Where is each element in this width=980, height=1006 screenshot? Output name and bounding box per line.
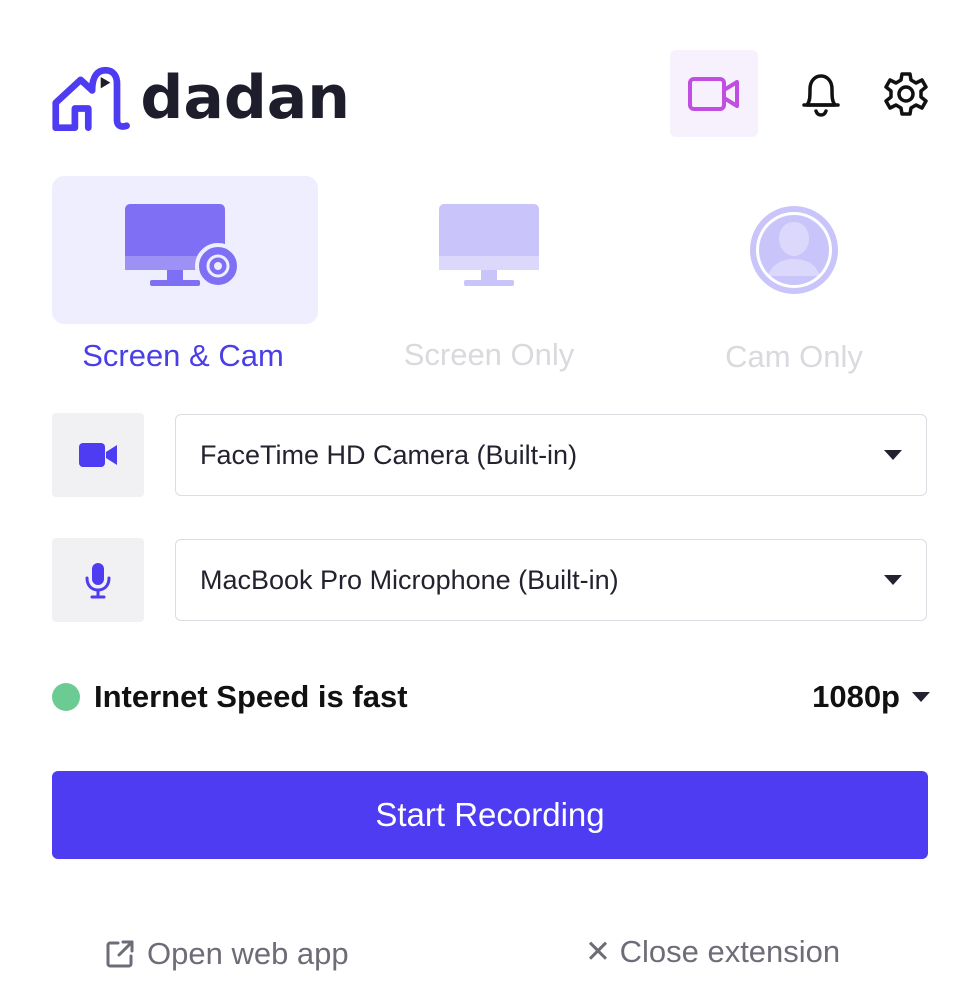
microphone-select[interactable]: MacBook Pro Microphone (Built-in) bbox=[175, 539, 927, 621]
mode-screen-only[interactable] bbox=[356, 176, 622, 324]
internet-speed-status: Internet Speed is fast bbox=[94, 679, 408, 714]
chevron-down-icon bbox=[884, 575, 902, 585]
open-web-app-label: Open web app bbox=[147, 936, 349, 971]
chevron-down-icon bbox=[884, 450, 902, 460]
mode-label-cam-only[interactable]: Cam Only bbox=[644, 339, 944, 375]
mode-label-screen-only[interactable]: Screen Only bbox=[339, 337, 639, 373]
dadan-logo-icon bbox=[52, 66, 130, 132]
mode-card-cam-only bbox=[661, 176, 927, 324]
gear-icon bbox=[884, 72, 928, 116]
microphone-select-value: MacBook Pro Microphone (Built-in) bbox=[200, 564, 619, 595]
quality-dropdown[interactable]: 1080p bbox=[790, 677, 930, 717]
monitor-with-cam-icon bbox=[125, 204, 241, 289]
camera-toggle-button[interactable] bbox=[670, 50, 758, 137]
microphone-icon bbox=[85, 563, 111, 599]
brand-name: dadan bbox=[140, 63, 350, 133]
close-extension-link[interactable]: ✕ Close extension bbox=[585, 934, 840, 970]
mode-card-screen-only bbox=[356, 176, 622, 324]
start-recording-button[interactable]: Start Recording bbox=[52, 771, 928, 859]
close-extension-label: ✕ Close extension bbox=[585, 934, 841, 969]
settings-button[interactable] bbox=[878, 66, 934, 122]
mode-screen-and-cam[interactable] bbox=[52, 176, 318, 324]
quality-value: 1080p bbox=[812, 679, 900, 714]
camera-device-icon-box bbox=[52, 413, 144, 497]
user-avatar-icon bbox=[750, 206, 838, 294]
microphone-device-icon-box bbox=[52, 538, 144, 622]
chevron-down-icon bbox=[912, 692, 930, 702]
status-dot bbox=[52, 683, 80, 711]
video-camera-icon bbox=[79, 443, 117, 467]
mode-cam-only[interactable] bbox=[661, 176, 927, 324]
open-web-app-link[interactable]: Open web app bbox=[105, 936, 349, 972]
mode-label-screen-and-cam[interactable]: Screen & Cam bbox=[33, 338, 333, 374]
camera-select-value: FaceTime HD Camera (Built-in) bbox=[200, 439, 578, 470]
bell-icon bbox=[802, 74, 840, 117]
monitor-icon bbox=[439, 204, 539, 286]
external-link-icon bbox=[106, 940, 134, 968]
camera-select[interactable]: FaceTime HD Camera (Built-in) bbox=[175, 414, 927, 496]
brand-logo: dadan bbox=[50, 58, 350, 138]
notifications-button[interactable] bbox=[793, 66, 849, 122]
mode-card-screen-and-cam bbox=[52, 176, 318, 324]
video-camera-icon bbox=[688, 76, 739, 111]
